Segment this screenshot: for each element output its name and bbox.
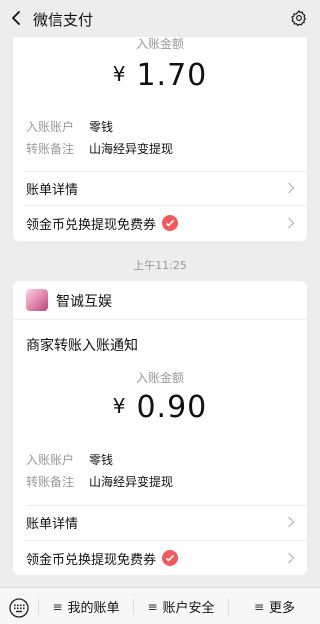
divider [13, 319, 307, 320]
chevron-right-icon [288, 182, 295, 194]
info-value: 山海经异变提现 [89, 475, 174, 489]
bill-detail-label: 账单详情 [26, 516, 79, 532]
bill-detail-link[interactable]: 账单详情 [26, 171, 295, 205]
info-row-remark: 转账备注 山海经异变提现 [26, 140, 173, 157]
page-title: 微信支付 [33, 11, 94, 29]
gear-icon[interactable] [290, 9, 308, 27]
info-row-account: 入账账户 零钱 [26, 118, 113, 135]
chevron-right-icon [288, 217, 295, 229]
info-key: 入账账户 [26, 453, 75, 467]
info-row-account: 入账账户 零钱 [26, 451, 113, 468]
info-key: 入账账户 [26, 120, 75, 134]
info-key: 转账备注 [26, 475, 75, 489]
info-value: 山海经异变提现 [89, 142, 174, 156]
info-value: 零钱 [89, 120, 114, 134]
currency-symbol: ¥ [112, 394, 127, 418]
amount-value: ¥1.70 [13, 58, 307, 93]
info-key: 转账备注 [26, 142, 75, 156]
amount-value: ¥0.90 [13, 390, 307, 425]
coupon-label: 领金币兑换提现免费券 [26, 552, 157, 568]
merchant-name: 智诚互娱 [56, 294, 112, 310]
transfer-card-2: 智诚互娱 商家转账入账通知 入账金额 ¥0.90 入账账户 零钱 转账备注 山海经异… [13, 281, 307, 575]
back-icon[interactable] [10, 11, 24, 25]
info-row-remark: 转账备注 山海经异变提现 [26, 473, 173, 490]
bill-detail-link[interactable]: 账单详情 [26, 505, 295, 539]
coupon-link[interactable]: 领金币兑换提现免费券 [26, 206, 295, 240]
bill-detail-label: 账单详情 [26, 182, 79, 198]
amount-number: 1.70 [136, 58, 208, 93]
transfer-card-1: 入账金额 ¥1.70 入账账户 零钱 转账备注 山海经异变提现 账单详情 领金币兑换… [13, 28, 307, 241]
menu-my-bills[interactable]: ≡ 我的账单 [39, 588, 133, 624]
menu-lines-icon: ≡ [147, 599, 158, 614]
chevron-right-icon [288, 516, 295, 528]
merchant-header[interactable]: 智诚互娱 [13, 281, 307, 319]
coupon-link[interactable]: 领金币兑换提现免费券 [26, 541, 295, 575]
coupon-icon [162, 215, 179, 231]
message-timestamp: 上午11:25 [133, 259, 187, 272]
keyboard-icon[interactable] [9, 598, 29, 618]
top-bar: 微信支付 [0, 0, 320, 37]
amount-label: 入账金额 [135, 371, 184, 385]
amount-number: 0.90 [136, 390, 208, 425]
notice-title: 商家转账入账通知 [26, 338, 138, 354]
amount-label: 入账金额 [135, 37, 184, 51]
coupon-label: 领金币兑换提现免费券 [26, 217, 157, 233]
menu-label: 账户安全 [162, 601, 215, 616]
currency-symbol: ¥ [112, 62, 127, 86]
info-value: 零钱 [89, 453, 114, 467]
menu-lines-icon: ≡ [253, 599, 265, 614]
menu-account-security[interactable]: ≡ 账户安全 [134, 588, 228, 624]
chevron-right-icon [288, 552, 295, 564]
menu-label: 更多 [269, 601, 296, 616]
merchant-avatar [26, 289, 48, 311]
menu-label: 我的账单 [67, 601, 120, 616]
bottom-menu-bar: ≡ 我的账单 ≡ 账户安全 ≡ 更多 [0, 587, 320, 624]
coupon-icon [162, 550, 179, 566]
menu-lines-icon: ≡ [52, 599, 63, 614]
menu-more[interactable]: ≡ 更多 [229, 588, 320, 624]
